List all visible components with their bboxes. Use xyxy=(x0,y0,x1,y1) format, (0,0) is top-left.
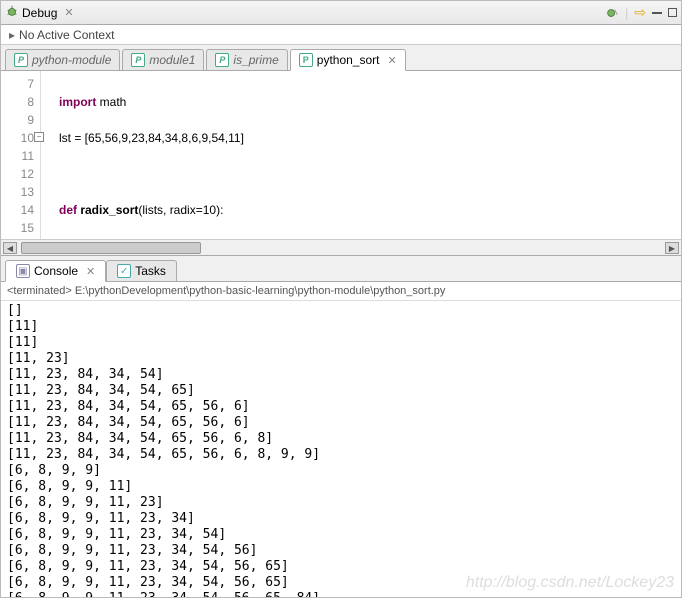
tab-python-module[interactable]: Ppython-module xyxy=(5,49,120,71)
python-file-icon: P xyxy=(299,53,313,67)
console-status: <terminated> E:\pythonDevelopment\python… xyxy=(1,282,681,301)
tasks-icon: ✓ xyxy=(117,264,131,278)
bottom-panel-tabs: ▣Console✕ ✓Tasks xyxy=(1,256,681,282)
minimize-button[interactable] xyxy=(652,11,662,14)
line-number: 11 xyxy=(1,147,34,165)
line-gutter: 7 8 9 10− 11 12 13 14 15 xyxy=(1,71,41,239)
line-number: 9 xyxy=(1,111,34,129)
debug-dropdown-icon[interactable] xyxy=(605,6,619,20)
toolbar-title: Debug xyxy=(22,6,57,20)
line-number: 14 xyxy=(1,201,34,219)
context-text: No Active Context xyxy=(19,28,114,42)
forward-arrow-icon[interactable]: ⇨ xyxy=(634,4,646,21)
tab-python-sort[interactable]: Ppython_sort✕ xyxy=(290,49,406,71)
code-editor[interactable]: 7 8 9 10− 11 12 13 14 15 import math lst… xyxy=(1,71,681,239)
console-output[interactable]: [] [11] [11] [11, 23] [11, 23, 84, 34, 5… xyxy=(1,301,681,597)
scroll-right-icon[interactable]: ▶ xyxy=(665,242,679,254)
line-number: 10− xyxy=(1,129,34,147)
console-icon: ▣ xyxy=(16,264,30,278)
line-number: 15 xyxy=(1,219,34,237)
tab-module1[interactable]: Pmodule1 xyxy=(122,49,204,71)
debug-context-bar: ▸ No Active Context xyxy=(1,25,681,45)
horizontal-scrollbar[interactable]: ◀ ▶ xyxy=(1,239,681,256)
line-number: 13 xyxy=(1,183,34,201)
toolbar-separator: | xyxy=(625,6,628,20)
python-file-icon: P xyxy=(14,53,28,67)
close-tab-icon[interactable]: ✕ xyxy=(86,265,95,278)
tab-tasks[interactable]: ✓Tasks xyxy=(106,260,177,282)
editor-tabs: Ppython-module Pmodule1 Pis_prime Ppytho… xyxy=(1,45,681,71)
debug-toolbar: Debug ✕ | ⇨ xyxy=(1,1,681,25)
code-area[interactable]: import math lst = [65,56,9,23,84,34,8,6,… xyxy=(41,71,681,239)
close-view-icon[interactable]: ✕ xyxy=(64,6,73,19)
debug-icon xyxy=(5,4,19,21)
line-number: 12 xyxy=(1,165,34,183)
line-number: 7 xyxy=(1,75,34,93)
scroll-thumb[interactable] xyxy=(21,242,201,254)
expand-triangle-icon[interactable]: ▸ xyxy=(9,28,15,42)
line-number: 8 xyxy=(1,93,34,111)
python-file-icon: P xyxy=(215,53,229,67)
scroll-left-icon[interactable]: ◀ xyxy=(3,242,17,254)
tab-console[interactable]: ▣Console✕ xyxy=(5,260,106,282)
maximize-button[interactable] xyxy=(668,8,677,17)
python-file-icon: P xyxy=(131,53,145,67)
tab-is-prime[interactable]: Pis_prime xyxy=(206,49,287,71)
fold-marker-icon[interactable]: − xyxy=(34,132,44,142)
close-tab-icon[interactable]: ✕ xyxy=(388,54,397,67)
